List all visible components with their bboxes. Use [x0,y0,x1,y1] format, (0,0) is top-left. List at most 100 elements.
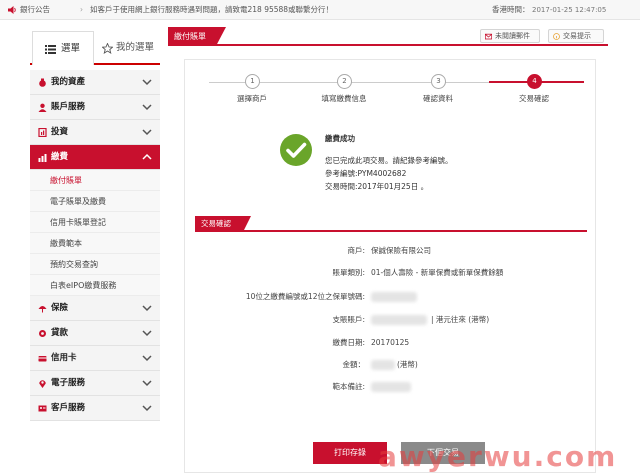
credit-card-icon [38,356,47,362]
transaction-tips-label: 交易提示 [563,32,591,40]
step-label: 確認資料 [423,94,453,103]
money-bag-icon [39,78,46,87]
chevron-down-icon [142,305,152,312]
field-payment-date: 繳費日期: 20170125 [185,336,597,350]
step-number: 1 [245,74,260,89]
sidebar: 選單 我的選單 我的資產 賬戶服務 投資 繳費 繳付賬單 電子賬單及繳費 信用卡… [30,27,160,447]
tab-tip [216,27,226,46]
step-label: 交易確認 [519,94,549,103]
chevron-down-icon [142,405,152,412]
field-debit-account: 支賬賬戶: | 港元往來 (港幣) [185,313,597,327]
tab-my-menu[interactable]: 我的選單 [96,31,160,65]
sidebar-item-label: 貸款 [51,328,69,338]
sidebar-tabs: 選單 我的選單 [30,27,160,65]
sidebar-subitem-eipo[interactable]: 白表eIPO繳費服務 [30,275,160,296]
sidebar-item-investment[interactable]: 投資 [30,120,160,145]
sidebar-menu: 我的資產 賬戶服務 投資 繳費 繳付賬單 電子賬單及繳費 信用卡賬單登記 繳費範… [30,70,160,421]
redacted-value [371,315,427,325]
sidebar-item-label: 賬戶服務 [51,102,86,112]
field-value: 保誠保險有限公司 [371,246,431,255]
sidebar-item-label: 繳費 [51,152,69,162]
sidebar-subitem-credit-card-register[interactable]: 信用卡賬單登記 [30,212,160,233]
star-icon [102,43,113,54]
field-amount: 金額： (港幣) [185,358,597,372]
info-icon [553,33,560,40]
chevron-down-icon [142,330,152,337]
tab-pay-bills[interactable]: 繳付賬單 [168,27,216,46]
sidebar-subitem-label: 白表eIPO繳費服務 [50,281,117,290]
watermark-text: awyerwu.com [378,440,618,473]
chevron-down-icon [142,79,152,86]
speaker-icon [8,6,16,14]
field-label: 範本備註: [332,382,365,391]
sidebar-item-label: 電子服務 [51,378,86,388]
chevron-down-icon [142,104,152,111]
sidebar-item-my-assets[interactable]: 我的資產 [30,70,160,95]
chevron-down-icon [142,355,152,362]
mail-icon [485,33,492,40]
time-label: 香港時間： [492,5,530,14]
page: 銀行公告 › 如客戶于使用網上銀行服務時遇到問題，請致電218 95588或聯繫… [0,0,640,475]
transaction-time: 交易時間:2017年01月25日 。 [325,182,429,191]
field-label: 繳費日期: [332,338,365,347]
step-label: 填寫繳費信息 [321,94,367,103]
sidebar-item-account-services[interactable]: 賬戶服務 [30,95,160,120]
success-message: 繳費成功 您已完成此項交易。請紀錄參考編號。 參考編號:PYM4002682 交… [325,132,453,193]
field-template-remark: 範本備註: [185,380,597,394]
field-policy-number: 10位之繳費編號或12位之保單號碼: [185,290,597,304]
time-value: 2017-01-25 12:47:05 [532,6,607,14]
sidebar-item-e-services[interactable]: 電子服務 [30,371,160,396]
sidebar-item-customer-services[interactable]: 客戶服務 [30,396,160,421]
tab-menu-label: 選單 [61,43,81,54]
sidebar-subitem-label: 繳付賬單 [50,176,82,185]
step-label: 選擇商戶 [237,94,267,103]
location-pin-icon [39,380,46,388]
contact-card-icon [38,405,47,412]
announcement-text[interactable]: 如客戶于使用網上銀行服務時遇到問題，請致電218 95588或聯繫分行！ [90,0,380,20]
main-tabbar: 繳付賬單 未閱讀郵件 交易提示 [168,27,608,46]
section-tab-tip [243,216,251,232]
sidebar-item-label: 保險 [51,303,69,313]
sidebar-subitem-label: 信用卡賬單登記 [50,218,106,227]
sidebar-item-credit-card[interactable]: 信用卡 [30,346,160,371]
sidebar-subitem-label: 繳費範本 [50,239,82,248]
list-icon [45,45,56,54]
field-value: (港幣) [397,360,418,369]
confirmation-panel: 1 選擇商戶 2 填寫繳費信息 3 確認資料 4 交易確認 繳費成功 您已完成此… [184,59,596,473]
sidebar-item-label: 投資 [51,127,69,137]
tab-menu[interactable]: 選單 [32,31,94,65]
print-button[interactable]: 打印存錄 [313,442,387,464]
unread-mail-label: 未閱讀郵件 [495,32,530,40]
section-title: 交易確認 [195,216,243,232]
chevron-up-icon [142,153,152,160]
field-label: 賬單類別: [332,268,365,277]
field-label: 商戶: [347,246,365,255]
field-label: 支賬賬戶: [332,315,365,324]
field-value: | 港元往來 (港幣) [431,315,490,324]
main-content: 繳付賬單 未閱讀郵件 交易提示 1 選擇商戶 2 填寫繳費信息 3 確認資料 4… [168,27,608,475]
transaction-tips-button[interactable]: 交易提示 [548,29,604,43]
field-value: 01-個人壽險 - 新單保費或新單保費餘額 [371,268,504,277]
success-title: 繳費成功 [325,134,355,143]
sidebar-subitem-label: 預約交易查詢 [50,260,98,269]
chevron-down-icon [142,380,152,387]
redacted-value [371,292,417,302]
sidebar-item-insurance[interactable]: 保險 [30,296,160,321]
sidebar-subitem-scheduled-query[interactable]: 預約交易查詢 [30,254,160,275]
check-circle-icon [280,134,312,166]
sidebar-item-bill-payment[interactable]: 繳費 [30,145,160,170]
unread-mail-button[interactable]: 未閱讀郵件 [480,29,540,43]
field-bill-type: 賬單類別: 01-個人壽險 - 新單保費或新單保費餘額 [185,266,597,280]
sidebar-subitem-templates[interactable]: 繳費範本 [30,233,160,254]
document-chart-icon [38,128,47,137]
step-number: 3 [431,74,446,89]
field-label: 10位之繳費編號或12位之保單號碼: [245,292,365,301]
umbrella-icon [38,306,47,313]
step-number: 2 [337,74,352,89]
sidebar-item-label: 我的資產 [51,77,86,87]
gear-icon [39,330,46,337]
sidebar-subitem-pay-bills[interactable]: 繳付賬單 [30,170,160,191]
sidebar-subitem-ebill[interactable]: 電子賬單及繳費 [30,191,160,212]
reference-number: 參考編號:PYM4002682 [325,169,407,178]
sidebar-item-loans[interactable]: 貸款 [30,321,160,346]
